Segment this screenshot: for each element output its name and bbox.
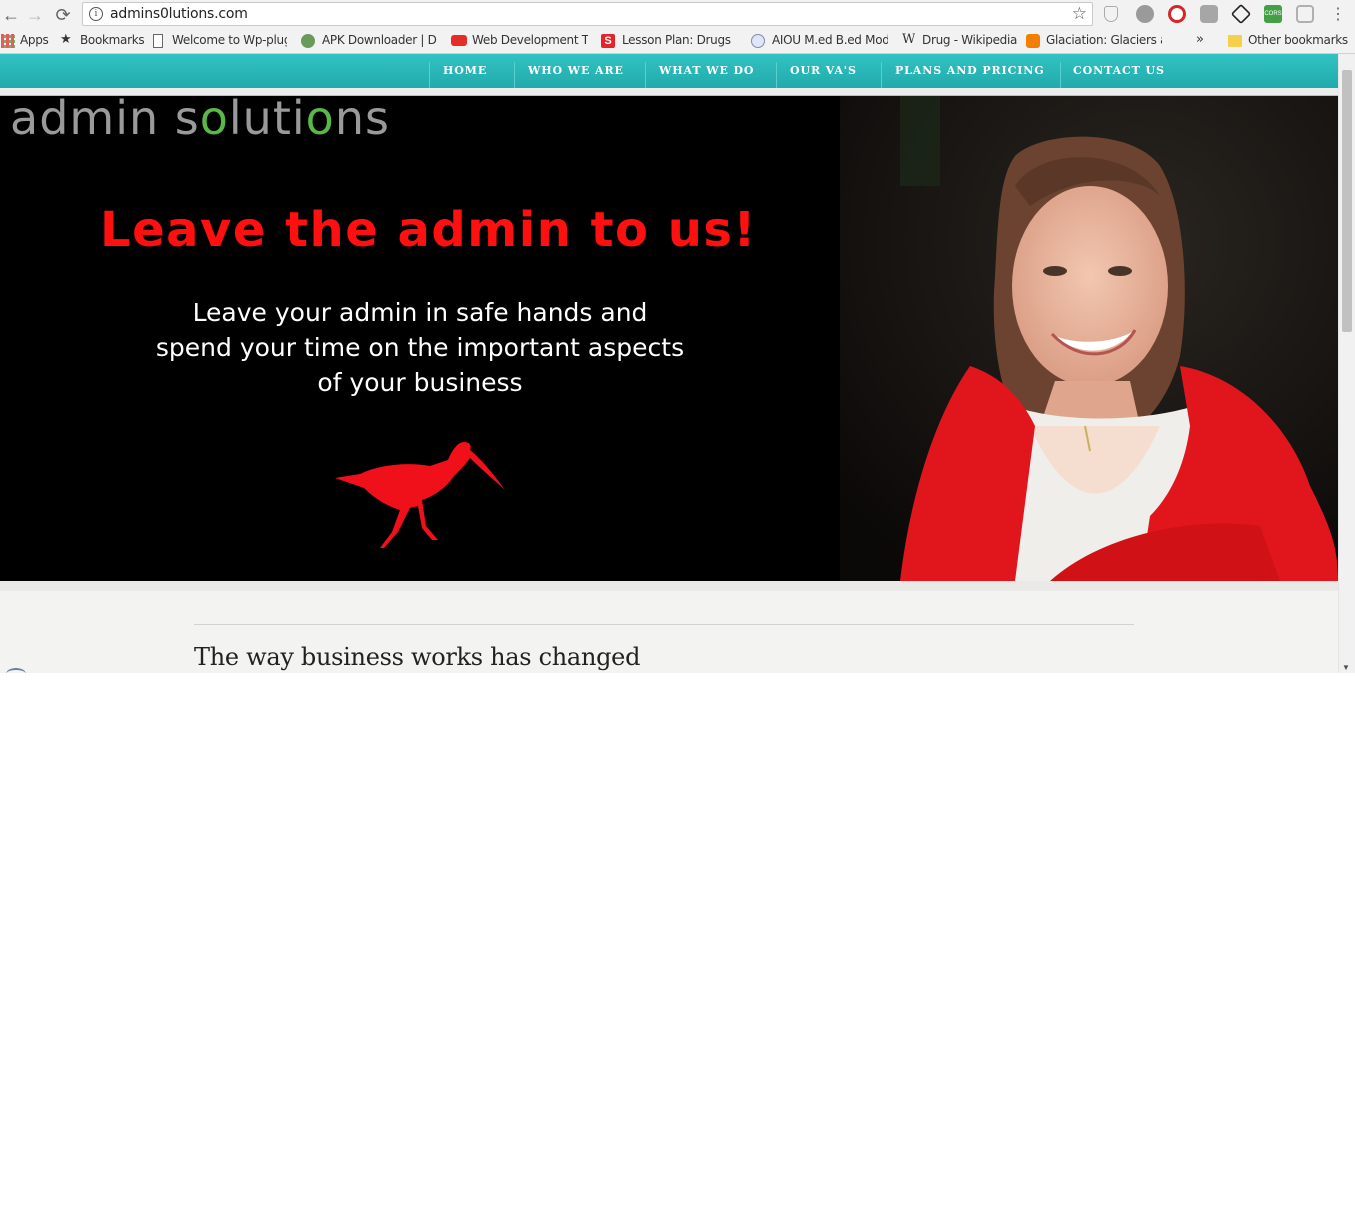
side-widget-icon[interactable] <box>6 668 26 673</box>
section-divider <box>194 624 1134 625</box>
forward-arrow-icon[interactable]: → <box>24 4 46 26</box>
bookmark-apps[interactable]: Apps <box>20 33 49 47</box>
address-bar[interactable]: i admins0lutions.com ☆ <box>82 2 1093 26</box>
scroll-down-arrow-icon[interactable]: ▼ <box>1342 663 1350 672</box>
star-icon: ★ <box>60 32 72 47</box>
shield-extension-icon[interactable] <box>1104 6 1118 22</box>
s-site-icon: S <box>601 34 615 48</box>
bookmark-web-development[interactable]: Web Development Tu <box>472 33 588 47</box>
nav-home[interactable]: HOME <box>443 64 487 77</box>
site-nav-bar: HOME WHO WE ARE WHAT WE DO OUR VA'S PLAN… <box>0 54 1338 92</box>
hero-subcopy-line: of your business <box>317 368 523 397</box>
hero-headline: Leave the admin to us! <box>100 202 757 258</box>
cors-extension-icon[interactable]: CORS <box>1264 5 1282 23</box>
apps-grid-icon <box>1 34 15 48</box>
nav-plans-and-pricing[interactable]: PLANS AND PRICING <box>895 64 1045 77</box>
hero-subcopy-line: spend your time on the important aspects <box>155 333 685 362</box>
nav-bottom-strip <box>0 88 1338 96</box>
browser-toolbar: ← → ⟳ i admins0lutions.com ☆ CORS ⋮ <box>0 0 1355 29</box>
bookmarks-overflow-chevron[interactable]: » <box>1196 32 1204 47</box>
hero-subcopy-line: Leave your admin in safe hands and <box>192 298 648 327</box>
other-bookmarks[interactable]: Other bookmarks <box>1248 33 1348 47</box>
scrollbar-thumb[interactable] <box>1342 70 1352 332</box>
content-top-band <box>0 581 1338 591</box>
menu-dots-icon[interactable]: ⋮ <box>1327 4 1349 26</box>
youtube-icon <box>451 35 467 46</box>
bookmark-lesson-plan[interactable]: Lesson Plan: Drugs + <box>622 33 734 47</box>
back-arrow-icon[interactable]: ← <box>0 4 22 26</box>
bookmark-glaciation[interactable]: Glaciation: Glaciers as <box>1046 33 1162 47</box>
bookmark-drug-wikipedia[interactable]: Drug - Wikipedia <box>922 33 1017 47</box>
blogger-icon <box>1026 34 1040 48</box>
woman-portrait-image <box>840 96 1338 581</box>
bookmark-apk-downloader[interactable]: APK Downloader | Do <box>322 33 437 47</box>
wikipedia-icon: W <box>902 32 916 47</box>
hero-banner: admin solutions Leave the admin to us! L… <box>0 96 1338 581</box>
nav-contact-us[interactable]: CONTACT US <box>1073 64 1165 77</box>
url-text[interactable]: admins0lutions.com <box>110 6 248 22</box>
gear-icon: o <box>305 96 335 145</box>
section-heading: The way business works has changed <box>194 643 641 671</box>
hero-subcopy: Leave your admin in safe hands and spend… <box>150 295 690 400</box>
cube-extension-icon[interactable] <box>1200 5 1218 23</box>
box-extension-icon[interactable] <box>1230 3 1252 25</box>
nav-our-vas[interactable]: OUR VA'S <box>790 64 857 77</box>
aiou-icon <box>751 34 765 48</box>
site-logo[interactable]: admin solutions <box>10 96 390 145</box>
apk-icon <box>301 34 315 48</box>
opera-extension-icon[interactable] <box>1168 5 1186 23</box>
bookmarks-bar: Apps ★ Bookmarks Welcome to Wp-plug APK … <box>0 29 1355 54</box>
page-icon <box>153 34 163 48</box>
nav-who-we-are[interactable]: WHO WE ARE <box>528 64 624 77</box>
page-scrollbar[interactable]: ▼ <box>1338 54 1355 673</box>
bookmark-bookmarks[interactable]: Bookmarks <box>80 33 144 47</box>
bookmark-star-icon[interactable]: ☆ <box>1072 4 1087 24</box>
folder-icon <box>1228 35 1242 47</box>
browser-viewport: ← → ⟳ i admins0lutions.com ☆ CORS ⋮ Apps… <box>0 0 1355 673</box>
bookmark-wp-plug[interactable]: Welcome to Wp-plug <box>172 33 287 47</box>
gear-icon: o <box>199 96 229 145</box>
info-icon[interactable]: i <box>89 7 103 21</box>
bookmark-aiou[interactable]: AIOU M.ed B.ed Mode <box>772 33 888 47</box>
reload-icon[interactable]: ⟳ <box>52 4 74 26</box>
nav-what-we-do[interactable]: WHAT WE DO <box>659 64 754 77</box>
curlew-bird-icon <box>335 442 505 548</box>
chat-extension-icon[interactable] <box>1136 5 1154 23</box>
home-extension-icon[interactable] <box>1296 5 1314 23</box>
